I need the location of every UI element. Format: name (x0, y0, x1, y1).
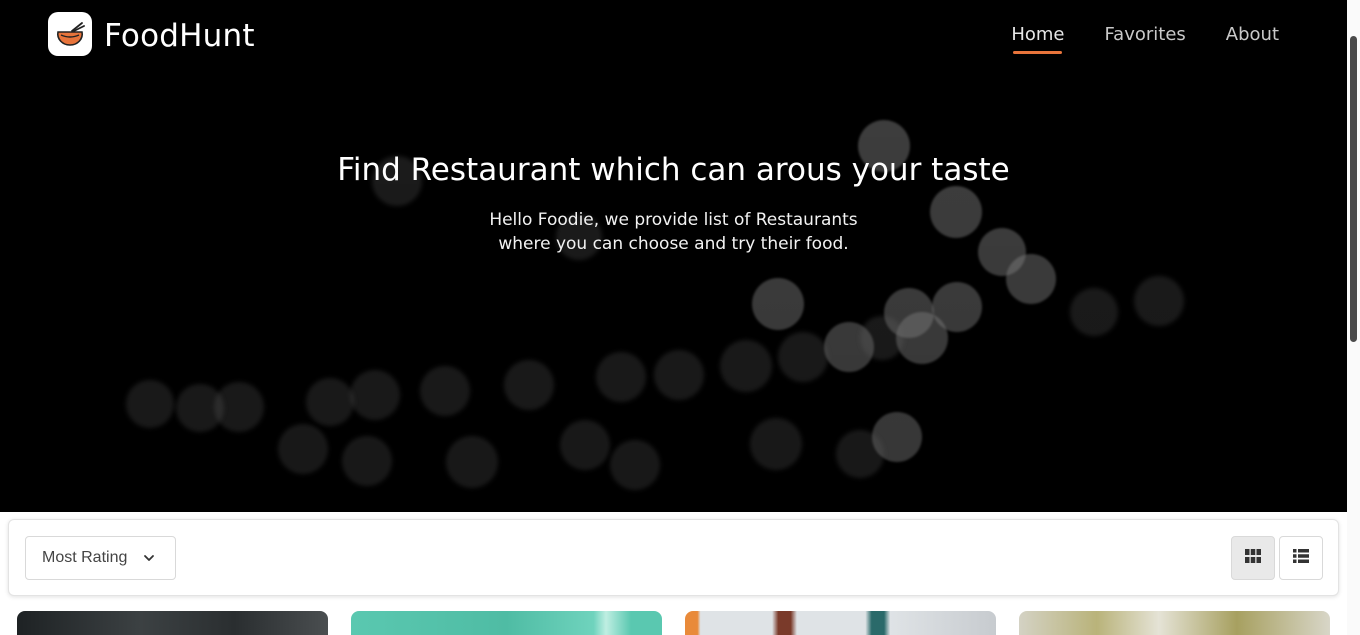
scrollbar-thumb[interactable] (1350, 36, 1357, 342)
filter-bar: Most Rating (8, 519, 1339, 596)
top-navigation: FoodHunt Home Favorites About (0, 0, 1347, 72)
list-view-icon (1293, 548, 1309, 568)
restaurant-card[interactable] (17, 611, 328, 635)
restaurant-card[interactable] (351, 611, 662, 635)
nav-item-home[interactable]: Home (1011, 24, 1064, 54)
nav-links: Home Favorites About (1011, 24, 1279, 54)
list-view-button[interactable] (1279, 536, 1323, 580)
hero-overlay (0, 0, 1347, 512)
page: FoodHunt Home Favorites About Find Resta… (0, 0, 1360, 635)
hero-content: Find Restaurant which can arous your tas… (0, 152, 1347, 256)
nav-item-favorites[interactable]: Favorites (1104, 24, 1185, 45)
restaurant-card[interactable] (1019, 611, 1330, 635)
hero-subtitle: Hello Foodie, we provide list of Restaur… (489, 210, 858, 254)
restaurant-image (685, 611, 996, 635)
restaurant-image (351, 611, 662, 635)
restaurant-image (1019, 611, 1330, 635)
grid-view-button[interactable] (1231, 536, 1275, 580)
grid-view-icon (1245, 548, 1261, 568)
nav-item-about[interactable]: About (1226, 24, 1279, 45)
hero-title: Find Restaurant which can arous your tas… (337, 152, 1010, 188)
restaurant-card[interactable] (685, 611, 996, 635)
sort-dropdown[interactable]: Most Rating (25, 536, 176, 580)
chevron-down-icon (143, 551, 155, 569)
restaurant-image (17, 611, 328, 635)
brand-name[interactable]: FoodHunt (104, 18, 255, 54)
restaurant-card-list (0, 611, 1347, 635)
hero-banner: FoodHunt Home Favorites About Find Resta… (0, 0, 1347, 512)
noodle-bowl-icon[interactable] (48, 12, 92, 56)
page-scrollbar[interactable] (1347, 0, 1360, 635)
sort-dropdown-value: Most Rating (42, 549, 128, 566)
